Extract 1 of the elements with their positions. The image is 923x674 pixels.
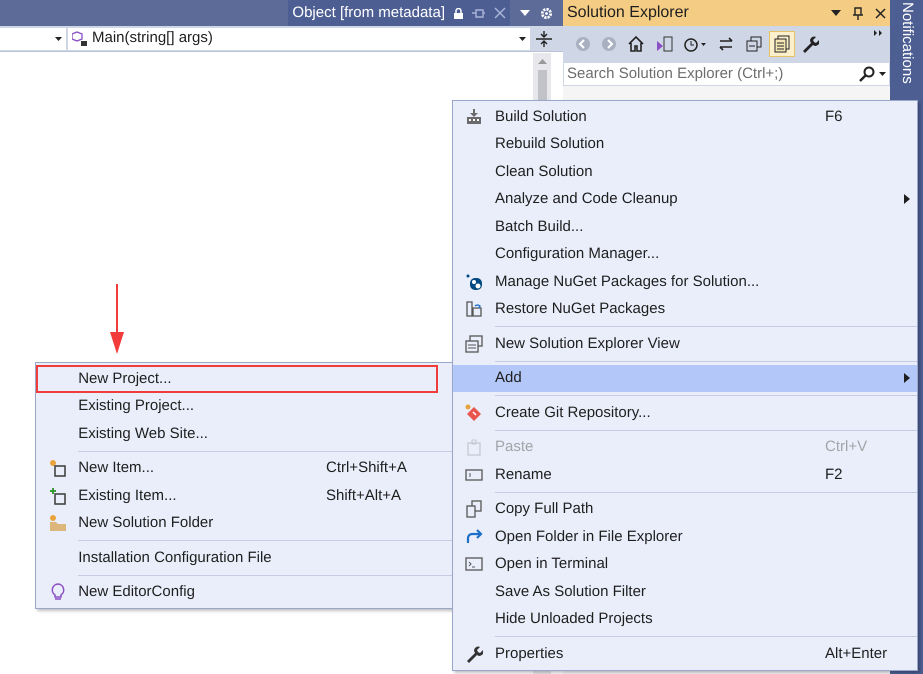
panel-header: Solution Explorer [563, 0, 890, 26]
